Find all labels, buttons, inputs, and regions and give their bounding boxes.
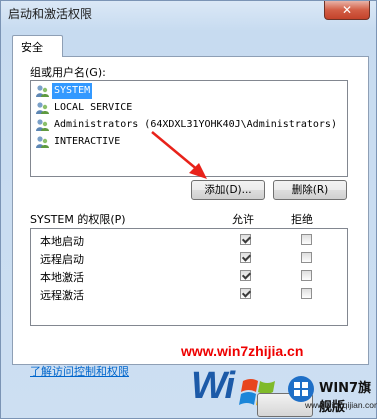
user-group-icon bbox=[36, 136, 49, 148]
user-name: SYSTEM bbox=[52, 83, 93, 99]
allow-header: 允许 bbox=[232, 213, 254, 226]
tab-security-label: 安全 bbox=[21, 41, 43, 54]
permissions-table: 本地启动 远程启动 本地激活 远程激活 bbox=[30, 228, 348, 326]
win7-logo-icon bbox=[288, 376, 314, 402]
user-group-icon bbox=[36, 119, 49, 131]
table-row: 远程启动 bbox=[31, 249, 347, 267]
deny-checkbox[interactable] bbox=[301, 270, 312, 281]
permissions-dialog: 启动和激活权限 ✕ 安全 组或用户名(G): SYSTEM LOCAL SERV… bbox=[0, 0, 377, 419]
user-group-icon bbox=[36, 85, 49, 97]
title-bar[interactable]: 启动和激活权限 ✕ bbox=[1, 1, 376, 27]
add-button[interactable]: 添加(D)... bbox=[191, 180, 265, 200]
site-watermark: www.win7zhijia.cn bbox=[181, 343, 304, 359]
red-arrow-annotation bbox=[151, 131, 207, 179]
allow-checkbox[interactable] bbox=[240, 288, 251, 299]
remove-button-label: 删除(R) bbox=[291, 184, 329, 196]
permission-name: 本地启动 bbox=[40, 235, 84, 248]
deny-checkbox[interactable] bbox=[301, 234, 312, 245]
windows-logo-text: Wi bbox=[191, 365, 235, 407]
user-name: INTERACTIVE bbox=[54, 136, 121, 147]
deny-checkbox[interactable] bbox=[301, 252, 312, 263]
tab-security[interactable]: 安全 bbox=[12, 35, 63, 57]
table-row: 本地激活 bbox=[31, 267, 347, 285]
window-title: 启动和激活权限 bbox=[8, 7, 93, 21]
table-row: 本地启动 bbox=[31, 231, 347, 249]
deny-checkbox[interactable] bbox=[301, 288, 312, 299]
remove-button[interactable]: 删除(R) bbox=[273, 180, 347, 200]
user-group-icon bbox=[36, 102, 49, 114]
allow-checkbox[interactable] bbox=[240, 270, 251, 281]
brand-url: www.win7qijian.com bbox=[305, 400, 377, 410]
close-button[interactable]: ✕ bbox=[324, 1, 370, 20]
permission-name: 远程启动 bbox=[40, 253, 84, 266]
close-icon: ✕ bbox=[341, 3, 353, 17]
allow-checkbox[interactable] bbox=[240, 252, 251, 263]
permission-name: 本地激活 bbox=[40, 271, 84, 284]
users-group-label: 组或用户名(G): bbox=[30, 66, 106, 79]
table-row: 远程激活 bbox=[31, 285, 347, 303]
list-item[interactable]: SYSTEM bbox=[33, 83, 345, 99]
list-item[interactable]: LOCAL SERVICE bbox=[33, 100, 345, 116]
brand-badge: WIN7旗舰版 www.win7qijian.com bbox=[283, 373, 377, 417]
help-link[interactable]: 了解访问控制和权限 bbox=[30, 363, 129, 379]
permission-name: 远程激活 bbox=[40, 289, 84, 302]
deny-header: 拒绝 bbox=[291, 213, 313, 226]
add-button-label: 添加(D)... bbox=[204, 184, 252, 196]
user-name: LOCAL SERVICE bbox=[54, 102, 133, 113]
permissions-label: SYSTEM 的权限(P) bbox=[30, 213, 126, 226]
allow-checkbox[interactable] bbox=[240, 234, 251, 245]
